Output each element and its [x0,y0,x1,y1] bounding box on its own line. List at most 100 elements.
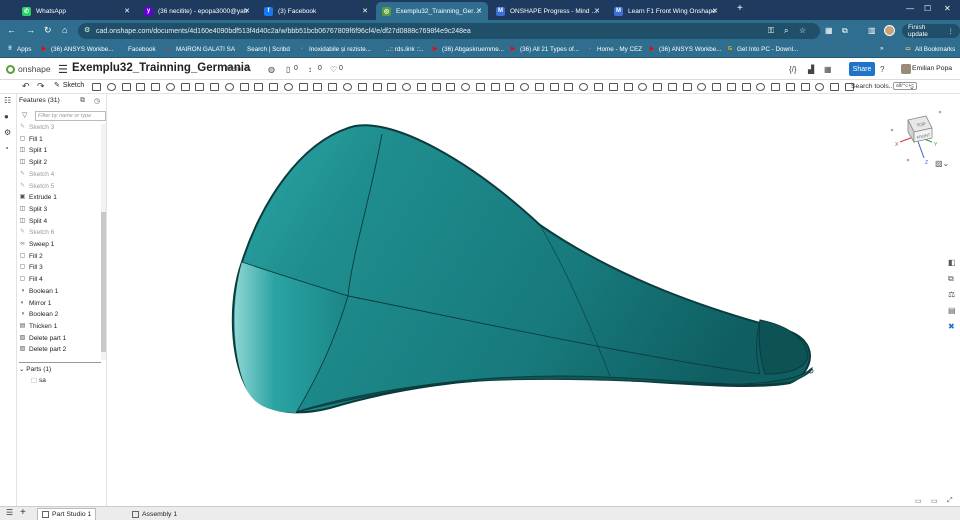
browser-tab[interactable]: ✆ WhatsApp ✕ [16,2,136,20]
browser-tab[interactable]: y (36 necitite) - epopa3000@yah ✕ [138,2,256,20]
hole-tool-icon[interactable] [254,83,263,91]
hamburger-tabs-icon[interactable]: ☰ [6,508,13,517]
measure-icon[interactable]: ▭ [915,497,922,505]
close-tab-icon[interactable]: ✕ [476,7,482,15]
feature-item[interactable]: ◫ Split 2 [19,159,47,166]
thicken-tool-icon[interactable] [151,83,160,91]
comments-icon[interactable]: ● [4,112,9,121]
close-tab-icon[interactable]: ✕ [124,7,130,15]
view-options-icon[interactable]: ▨⌄ [935,159,949,168]
forward-icon[interactable]: → [26,25,35,35]
appearance-icon[interactable]: ⚙ [4,128,11,137]
url-bar[interactable]: ⚙ cad.onshape.com/documents/4d160e4090bd… [78,23,820,39]
browser-tab[interactable]: M ONSHAPE Progress - Mind Luci ✕ [490,2,606,20]
variables-icon[interactable]: ▤ [948,306,956,315]
make-joint-tool-icon[interactable] [638,83,647,91]
delete-part-tool-icon[interactable] [343,83,352,91]
site-info-icon[interactable]: ⚙ [84,26,90,34]
undo-icon[interactable]: ↶ [22,81,30,92]
bookmark-item[interactable]: ▶ (36) ANSYS Workbe... [40,45,114,53]
reload-icon[interactable]: ↻ [44,25,52,36]
appearance-panel-icon[interactable]: ◧ [948,258,956,267]
feature-item[interactable]: ◐ Mirror 1 [19,300,52,307]
edit-pencil-icon[interactable]: ✎ [245,65,252,74]
feature-item[interactable]: ▤ Thicken 1 [19,323,58,330]
split-tool-icon[interactable] [284,83,293,91]
close-window-icon[interactable]: ✕ [944,4,951,13]
move-face-tool-icon[interactable] [373,83,382,91]
frame-tool-icon[interactable] [697,83,706,91]
snapshot-tool-icon[interactable] [801,83,810,91]
bridging-curve-tool-icon[interactable] [491,83,500,91]
comment-count-icon[interactable]: ↕ [308,65,312,74]
part-tip-cavity[interactable] [758,319,809,375]
bookmark-item[interactable]: ● MAIRON GALATI SA [165,45,235,53]
features-folder-icon[interactable]: ⧉ [80,97,85,105]
view-cube-rotate-right[interactable] [938,110,942,114]
onshape-logo[interactable]: onshape [6,64,51,74]
loft-tool-icon[interactable] [136,83,145,91]
bookmark-item[interactable]: ▶ (36) All 21 Types of... [509,45,579,53]
boolean-tool-icon[interactable] [269,83,278,91]
puzzle-icon[interactable]: ⧉ [842,26,848,36]
feature-item[interactable]: ▢ Fill 1 [19,136,43,143]
flange-tool-icon[interactable] [609,83,618,91]
bookmark-item[interactable]: ▪ Home - My CEZ [586,45,642,53]
graphics-viewport[interactable] [108,95,948,506]
ruler-icon[interactable]: ▭ [931,497,938,505]
boundary-tool-icon[interactable] [564,83,573,91]
custom-feature-icon[interactable]: ✖ [948,322,955,331]
extrude-tool-icon[interactable] [92,83,101,91]
feature-item[interactable]: ◫ Split 3 [19,206,47,213]
zoom-icon[interactable]: ⌕ [784,26,788,36]
sheet-metal-tool-icon[interactable] [579,83,588,91]
mirror-tool-icon[interactable] [328,83,337,91]
sketch-button[interactable]: ✎ Sketch [54,81,84,90]
rib-tool-icon[interactable] [225,83,234,91]
bend-relief-tool-icon[interactable] [668,83,677,91]
variable-tool-icon[interactable] [535,83,544,91]
parts-header[interactable]: ⌄ Parts (1) [19,365,51,373]
weld-tool-icon[interactable] [756,83,765,91]
sidebar-icon[interactable]: ▥ [868,26,876,35]
search-tools-button[interactable]: Search tools... [851,83,894,90]
document-tab[interactable]: Part Studio 1 [37,508,97,520]
mass-properties-icon[interactable]: ⚖ [948,290,955,299]
document-title[interactable]: Exemplu32_Trainning_Germania [72,62,250,74]
feature-item[interactable]: ✎ Sketch 4 [19,171,54,178]
helix-tool-icon[interactable] [432,83,441,91]
mate-connector-tool-icon[interactable] [446,83,455,91]
enclose-tool-icon[interactable] [166,83,175,91]
feature-list-icon[interactable]: ☷ [4,96,11,105]
profile-avatar[interactable] [884,25,895,36]
bookmark-item[interactable]: ▪ Inoxidabile și rezistе... [298,45,371,53]
user-avatar[interactable] [901,64,911,74]
finish-tool-icon[interactable] [683,83,692,91]
toolbar-chevron-icon[interactable]: ⌄ [909,83,915,91]
add-tab-button[interactable]: + [20,507,26,518]
feature-filter-input[interactable]: Filter by name or type [35,111,106,121]
apps-grid-icon[interactable]: ▦ [824,65,832,74]
document-menu-icon[interactable]: ☰ [58,63,68,76]
export-tool-icon[interactable] [830,83,839,91]
revolve-tool-icon[interactable] [107,83,116,91]
rollback-bar[interactable] [19,362,101,363]
fill-tool-icon[interactable] [550,83,559,91]
sweep-tool-icon[interactable] [122,83,131,91]
feature-scroll-thumb[interactable] [101,212,106,352]
browser-tab[interactable]: M Learn F1 Front Wing Onshape ✕ [608,2,724,20]
feature-item[interactable]: ▢ Fill 4 [19,276,43,283]
globe-icon[interactable]: ◍ [268,65,275,74]
pattern-tool-icon[interactable] [313,83,322,91]
cut-list-tool-icon[interactable] [742,83,751,91]
home-icon[interactable]: ⌂ [62,25,67,35]
like-count-icon[interactable]: ♡ [330,65,337,74]
feature-item[interactable]: ◑ Boolean 1 [19,288,59,295]
measure-tool-icon[interactable] [786,83,795,91]
doc-count-icon[interactable]: ▯ [286,65,290,74]
composite-curve-tool-icon[interactable] [505,83,514,91]
feature-item[interactable]: ▢ Fill 3 [19,264,43,271]
chart-icon[interactable]: ▟ [808,65,814,74]
bookmark-item[interactable]: f Facebook [117,45,156,53]
feature-item[interactable]: ✎ Sketch 3 [19,124,54,131]
